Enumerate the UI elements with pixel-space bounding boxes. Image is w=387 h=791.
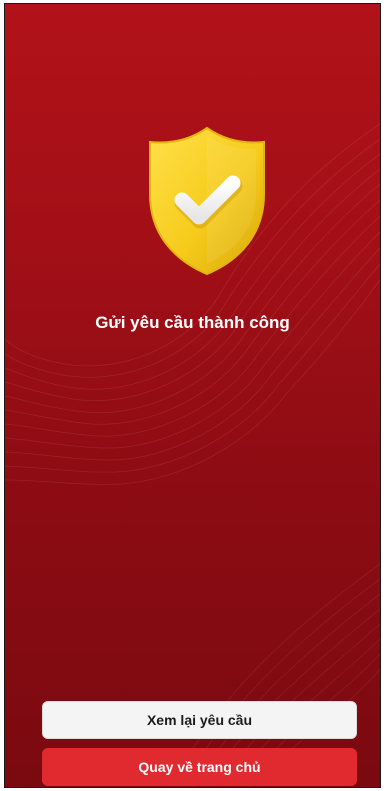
background-wave-pattern xyxy=(5,123,380,787)
review-request-button[interactable]: Xem lại yêu cầu xyxy=(42,701,357,739)
status-title: Gửi yêu cầu thành công xyxy=(95,313,290,332)
shield-check-icon xyxy=(149,126,265,276)
back-home-button[interactable]: Quay về trang chủ xyxy=(42,748,357,786)
success-screen: Gửi yêu cầu thành công Xem lại yêu cầu Q… xyxy=(4,3,381,788)
